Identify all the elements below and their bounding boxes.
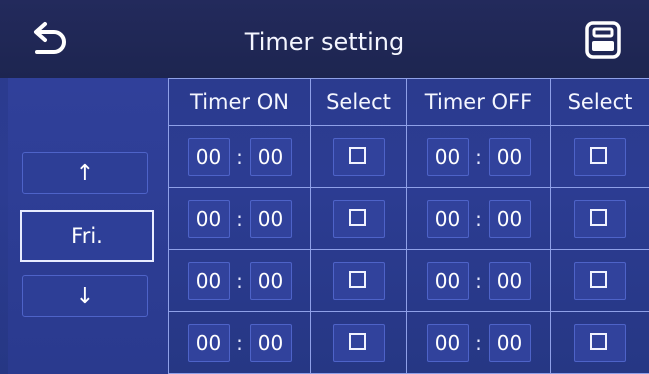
checkbox-icon xyxy=(348,208,366,226)
time-separator: : xyxy=(475,206,482,231)
timer-on-hour-field[interactable]: 00 xyxy=(187,137,230,176)
timer-off-select-checkbox[interactable] xyxy=(574,261,626,300)
time-separator: : xyxy=(236,330,243,355)
table-row: 00:00 00:00 xyxy=(168,249,649,312)
timer-off-select-checkbox[interactable] xyxy=(574,137,626,176)
timer-off-cell: 00:00 xyxy=(406,125,551,188)
select-off-cell xyxy=(550,249,649,312)
time-separator: : xyxy=(475,144,482,169)
arrow-up-icon: ↑ xyxy=(75,160,95,186)
timer-off-cell: 00:00 xyxy=(406,311,551,374)
timer-off-hour-field[interactable]: 00 xyxy=(426,199,469,238)
checkbox-icon xyxy=(590,270,607,288)
timer-on-hour-field[interactable]: 00 xyxy=(187,323,230,362)
time-separator: : xyxy=(236,268,243,293)
checkbox-icon xyxy=(590,146,607,164)
table-row: 00:00 00:00 xyxy=(168,311,649,374)
select-off-cell xyxy=(550,311,649,374)
checkbox-icon xyxy=(348,332,366,350)
timer-off-select-checkbox[interactable] xyxy=(574,323,626,362)
table-row: 00:00 00:00 xyxy=(168,187,649,250)
day-down-button[interactable]: ↓ xyxy=(22,275,148,317)
timer-table: Timer ON Select Timer OFF Select 00:00 0… xyxy=(168,78,649,374)
timer-on-cell: 00:00 xyxy=(168,125,311,188)
timer-off-minute-field[interactable]: 00 xyxy=(488,323,531,362)
timer-off-minute-field[interactable]: 00 xyxy=(488,261,531,300)
timer-on-cell: 00:00 xyxy=(168,311,311,374)
checkbox-icon xyxy=(348,270,366,288)
day-display[interactable]: Fri. xyxy=(20,210,154,262)
timer-on-minute-field[interactable]: 00 xyxy=(249,137,292,176)
timer-on-select-checkbox[interactable] xyxy=(332,323,385,362)
timer-on-minute-field[interactable]: 00 xyxy=(249,261,292,300)
timer-on-select-checkbox[interactable] xyxy=(332,261,385,300)
save-button[interactable] xyxy=(583,20,623,60)
column-header-timer-off: Timer OFF xyxy=(406,78,551,126)
timer-off-select-checkbox[interactable] xyxy=(574,199,626,238)
arrow-down-icon: ↓ xyxy=(75,283,95,309)
day-up-button[interactable]: ↑ xyxy=(22,152,148,194)
checkbox-icon xyxy=(590,208,607,226)
checkbox-icon xyxy=(590,332,607,350)
time-separator: : xyxy=(236,206,243,231)
header-bar: Timer setting xyxy=(0,0,649,78)
column-header-select-off: Select xyxy=(550,78,649,126)
timer-on-select-checkbox[interactable] xyxy=(332,199,385,238)
table-header-row: Timer ON Select Timer OFF Select xyxy=(168,78,649,126)
timer-table-wrap: Timer ON Select Timer OFF Select 00:00 0… xyxy=(168,78,649,374)
time-separator: : xyxy=(475,268,482,293)
time-separator: : xyxy=(475,330,482,355)
day-selector-panel: ↑ Fri. ↓ xyxy=(8,78,168,374)
timer-setting-screen: Timer setting ↑ Fri. ↓ Timer ON Select T… xyxy=(0,0,649,374)
timer-off-hour-field[interactable]: 00 xyxy=(426,261,469,300)
select-off-cell xyxy=(550,187,649,250)
timer-off-cell: 00:00 xyxy=(406,249,551,312)
timer-on-select-checkbox[interactable] xyxy=(332,137,385,176)
column-header-timer-on: Timer ON xyxy=(168,78,311,126)
timer-on-hour-field[interactable]: 00 xyxy=(187,199,230,238)
select-on-cell xyxy=(310,187,407,250)
timer-on-cell: 00:00 xyxy=(168,187,311,250)
timer-off-cell: 00:00 xyxy=(406,187,551,250)
timer-on-minute-field[interactable]: 00 xyxy=(249,199,292,238)
timer-on-minute-field[interactable]: 00 xyxy=(249,323,292,362)
timer-off-minute-field[interactable]: 00 xyxy=(488,137,531,176)
timer-off-hour-field[interactable]: 00 xyxy=(426,323,469,362)
time-separator: : xyxy=(236,144,243,169)
save-icon xyxy=(585,21,621,59)
checkbox-icon xyxy=(348,146,366,164)
select-on-cell xyxy=(310,311,407,374)
column-header-select-on: Select xyxy=(310,78,407,126)
select-on-cell xyxy=(310,249,407,312)
timer-off-hour-field[interactable]: 00 xyxy=(426,137,469,176)
timer-off-minute-field[interactable]: 00 xyxy=(488,199,531,238)
table-row: 00:00 00:00 xyxy=(168,125,649,188)
select-off-cell xyxy=(550,125,649,188)
select-on-cell xyxy=(310,125,407,188)
timer-on-cell: 00:00 xyxy=(168,249,311,312)
page-title: Timer setting xyxy=(244,28,405,56)
timer-on-hour-field[interactable]: 00 xyxy=(187,261,230,300)
